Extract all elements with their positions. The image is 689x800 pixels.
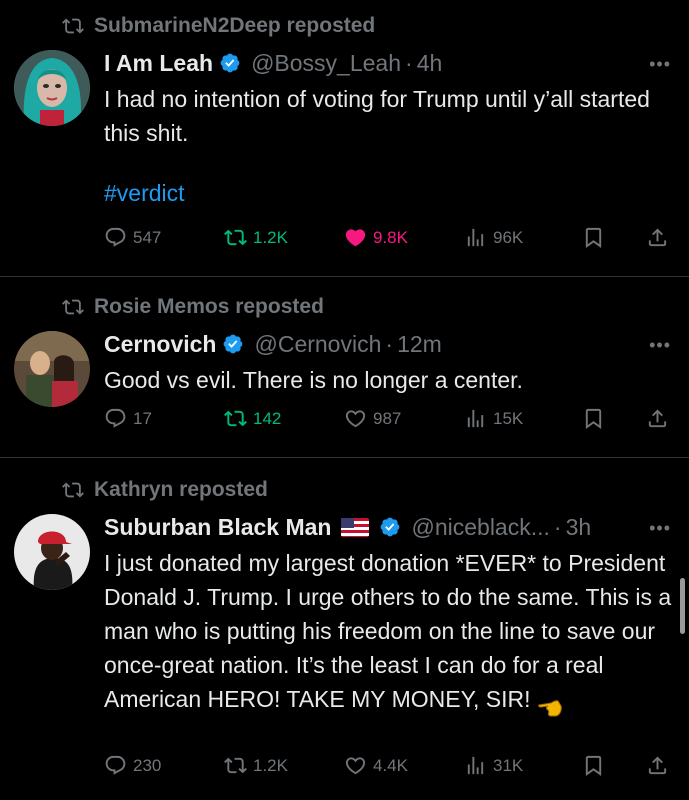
like-button[interactable]: 987	[344, 407, 401, 430]
repost-context[interactable]: Kathryn reposted	[62, 478, 268, 502]
timestamp[interactable]: 12m	[397, 331, 442, 358]
bookmark-icon	[582, 226, 605, 249]
share-button[interactable]	[646, 226, 669, 249]
repost-icon	[62, 479, 84, 501]
reply-count: 17	[133, 408, 152, 428]
share-icon	[646, 407, 669, 430]
more-options-icon[interactable]: •••	[649, 54, 671, 75]
separator-dot: ·	[553, 513, 562, 540]
hashtag-link[interactable]: #verdict	[104, 180, 676, 207]
views-button[interactable]: 96K	[464, 226, 523, 249]
bookmark-button[interactable]	[582, 226, 605, 249]
reply-icon	[104, 226, 127, 249]
verified-badge-icon	[219, 52, 241, 74]
reply-button[interactable]: 17	[104, 407, 152, 430]
reply-count: 547	[133, 227, 162, 247]
views-count: 31K	[493, 755, 524, 775]
more-options-icon[interactable]: •••	[649, 335, 671, 356]
views-count: 96K	[493, 227, 524, 247]
tweet-3[interactable]: Kathryn reposted Suburban Black Man @nic…	[0, 458, 689, 800]
repost-count: 142	[253, 408, 282, 428]
share-icon	[646, 754, 669, 777]
reply-button[interactable]: 230	[104, 754, 161, 777]
repost-context-label: SubmarineN2Deep reposted	[94, 14, 376, 37]
repost-icon	[62, 15, 84, 37]
avatar[interactable]	[14, 514, 90, 590]
reply-icon	[104, 754, 127, 777]
repost-button[interactable]: 142	[224, 407, 281, 430]
bookmark-button[interactable]	[582, 754, 605, 777]
repost-button[interactable]: 1.2K	[224, 754, 288, 777]
repost-context-label: Kathryn reposted	[94, 478, 268, 501]
timestamp[interactable]: 3h	[566, 514, 592, 541]
repost-icon	[224, 407, 247, 430]
separator-dot: ·	[385, 330, 394, 357]
like-count: 9.8K	[373, 227, 408, 247]
bookmark-icon	[582, 754, 605, 777]
scrollbar[interactable]	[680, 578, 685, 634]
author-name[interactable]: Suburban Black Man	[104, 514, 331, 541]
timestamp[interactable]: 4h	[417, 50, 443, 77]
heart-filled-icon	[344, 226, 367, 249]
heart-icon	[344, 407, 367, 430]
repost-icon	[224, 226, 247, 249]
separator-dot: ·	[405, 49, 413, 76]
heart-icon	[344, 754, 367, 777]
views-icon	[464, 226, 487, 249]
views-icon	[464, 754, 487, 777]
like-count: 987	[373, 408, 402, 428]
like-button[interactable]: 4.4K	[344, 754, 408, 777]
tweet-text: Good vs evil. There is no longer a cente…	[104, 367, 523, 393]
avatar[interactable]	[14, 331, 90, 407]
repost-icon	[62, 296, 84, 318]
verified-badge-icon	[222, 333, 244, 355]
author-name[interactable]: Cernovich	[104, 331, 216, 358]
author-handle[interactable]: @niceblack...	[411, 514, 549, 541]
author-handle[interactable]: @Cernovich	[254, 331, 381, 358]
us-flag-icon	[341, 517, 370, 537]
repost-context-label: Rosie Memos reposted	[94, 295, 324, 318]
pointing-hand-icon	[537, 700, 562, 717]
tweet-text: I just donated my largest donation *EVER…	[104, 550, 678, 712]
share-button[interactable]	[646, 407, 669, 430]
repost-icon	[224, 754, 247, 777]
share-icon	[646, 226, 669, 249]
repost-context[interactable]: Rosie Memos reposted	[62, 295, 324, 319]
views-button[interactable]: 15K	[464, 407, 523, 430]
author-handle[interactable]: @Bossy_Leah	[251, 50, 401, 77]
avatar[interactable]	[14, 50, 90, 126]
like-button[interactable]: 9.8K	[344, 226, 408, 249]
more-options-icon[interactable]: •••	[649, 518, 671, 539]
tweet-2[interactable]: Rosie Memos reposted Cernovich @Cernovic…	[0, 277, 689, 457]
views-button[interactable]: 31K	[464, 754, 523, 777]
like-count: 4.4K	[373, 755, 408, 775]
tweet-text: I had no intention of voting for Trump u…	[104, 86, 657, 146]
reply-icon	[104, 407, 127, 430]
repost-count: 1.2K	[253, 227, 288, 247]
reply-button[interactable]: 547	[104, 226, 161, 249]
verified-badge-icon	[379, 516, 401, 538]
views-icon	[464, 407, 487, 430]
repost-count: 1.2K	[253, 755, 288, 775]
repost-button[interactable]: 1.2K	[224, 226, 288, 249]
bookmark-icon	[582, 407, 605, 430]
bookmark-button[interactable]	[582, 407, 605, 430]
reply-count: 230	[133, 755, 162, 775]
tweet-1[interactable]: SubmarineN2Deep reposted I Am Leah @Boss…	[0, 0, 689, 276]
author-name[interactable]: I Am Leah	[104, 50, 213, 77]
repost-context[interactable]: SubmarineN2Deep reposted	[62, 14, 375, 38]
share-button[interactable]	[646, 754, 669, 777]
views-count: 15K	[493, 408, 524, 428]
